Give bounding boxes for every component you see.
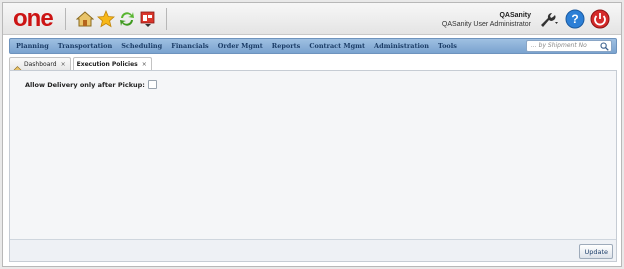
menu-order-mgmt[interactable]: Order Mgmt [218,42,263,50]
power-icon[interactable] [590,9,610,29]
tab-execution-policies[interactable]: Execution Policies × [72,57,152,70]
svg-text:?: ? [571,12,578,26]
update-button-label: Update [584,247,608,256]
help-icon[interactable]: ? [565,9,585,29]
tab-dashboard[interactable]: Dashboard × [9,57,71,75]
refresh-icon[interactable] [117,9,137,29]
main-menu: Planning Transportation Scheduling Finan… [16,39,466,53]
search-placeholder: ... by Shipment No [531,42,587,49]
favorites-star-icon[interactable] [96,9,116,29]
menu-reports[interactable]: Reports [272,42,301,50]
app-window: one QASanity QASanity User Administrator… [2,2,622,267]
header-divider [65,8,66,30]
search-icon[interactable] [599,41,610,51]
menu-financials[interactable]: Financials [171,42,209,50]
shipment-search-input[interactable]: ... by Shipment No [526,40,612,52]
app-header: one QASanity QASanity User Administrator… [3,3,621,35]
menu-tools[interactable]: Tools [438,42,457,50]
allow-delivery-label: Allow Delivery only after Pickup: [25,80,145,89]
close-icon[interactable]: × [61,61,66,68]
menu-planning[interactable]: Planning [16,42,49,50]
wrench-icon[interactable] [538,9,558,29]
user-name: QASanity [499,12,531,19]
menu-contract-mgmt[interactable]: Contract Mgmt [309,42,365,50]
tab-strip: Dashboard × Execution Policies × [9,57,154,75]
tab-execution-policies-label: Execution Policies [76,60,138,68]
allow-delivery-row: Allow Delivery only after Pickup: [25,80,157,89]
menu-transportation[interactable]: Transportation [58,42,112,50]
user-info: QASanity QASanity User Administrator [442,11,531,29]
menu-administration[interactable]: Administration [374,42,429,50]
user-role: QASanity User Administrator [441,21,531,28]
report-icon[interactable] [138,9,158,29]
home-icon [12,60,23,75]
allow-delivery-checkbox[interactable] [147,80,157,89]
panel-footer: Update [10,239,616,261]
close-icon[interactable]: × [142,61,147,68]
main-menu-bar: Planning Transportation Scheduling Finan… [9,38,617,54]
menu-scheduling[interactable]: Scheduling [121,42,162,50]
update-button[interactable]: Update [579,244,613,259]
home-icon[interactable] [75,9,95,29]
tab-dashboard-label: Dashboard [24,60,57,68]
one-logo[interactable]: one [13,6,54,32]
execution-policies-panel: Allow Delivery only after Pickup: Update [9,70,617,262]
header-divider-2 [166,8,167,30]
